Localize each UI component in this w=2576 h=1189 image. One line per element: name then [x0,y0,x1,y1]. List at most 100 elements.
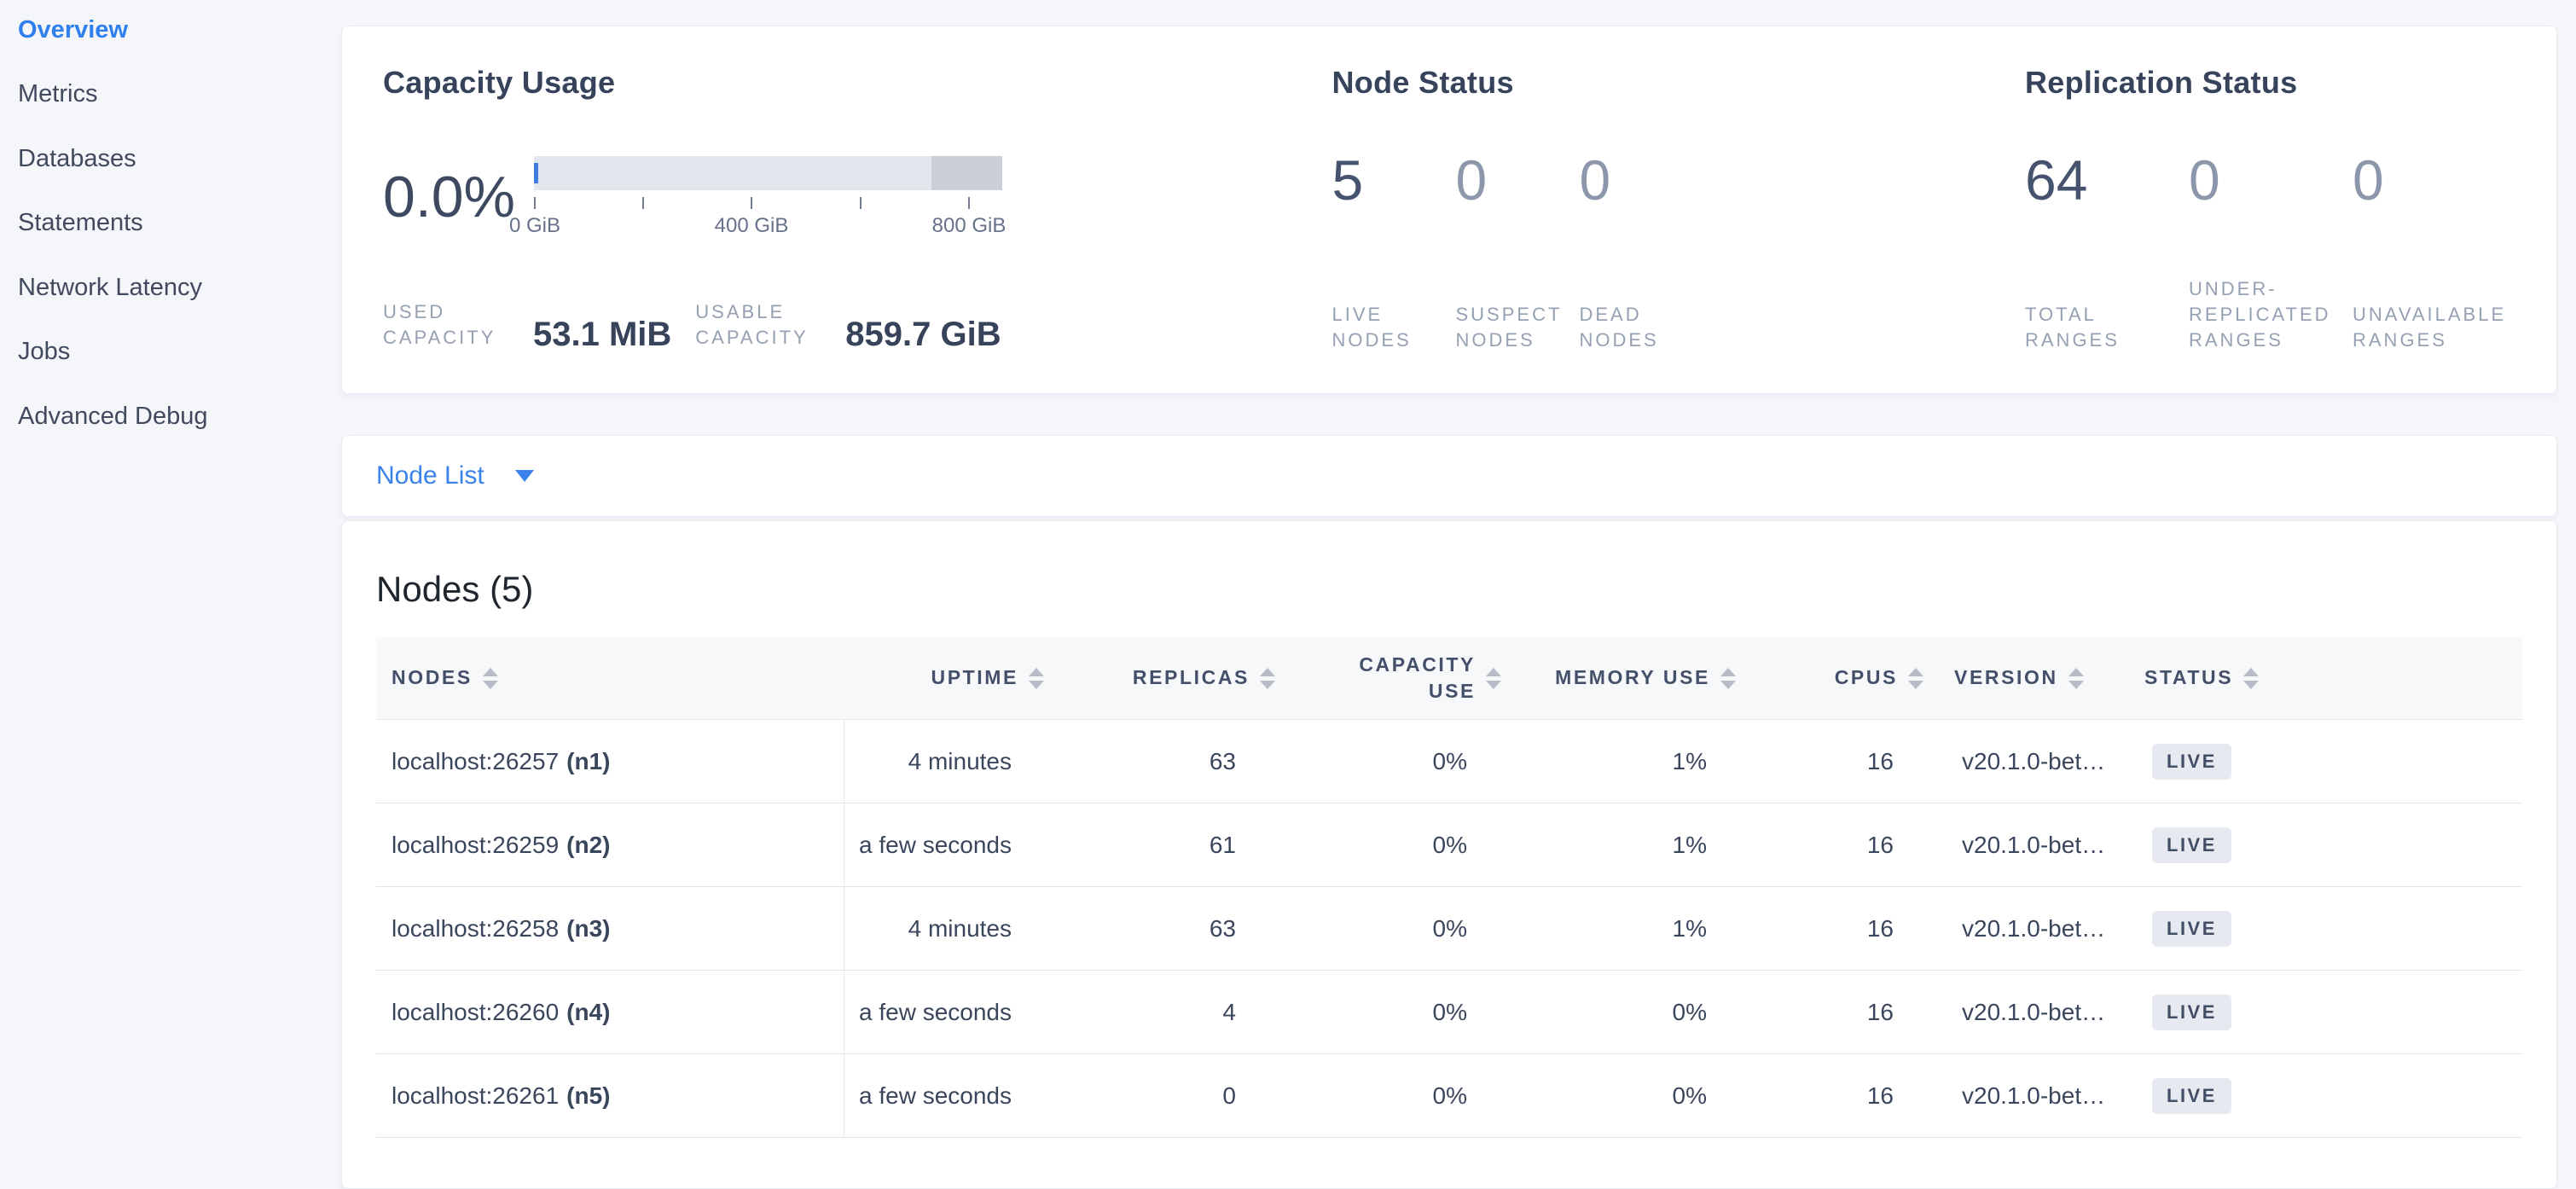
version-cell: v20.1.0-bet… [1923,803,2124,886]
replicas-cell: 63 [1044,887,1275,970]
column-header-uptime[interactable]: UPTIME [844,637,1044,719]
memory-use-cell: 1% [1501,720,1736,803]
node-status-title: Node Status [1332,65,2026,101]
node-address-cell: localhost:26257(n1) [376,720,844,803]
column-header-nodes[interactable]: NODES [376,637,844,719]
main-content: Capacity Usage 0.0% 0 GiB 400 Gi [341,0,2576,1189]
node-address-cell: localhost:26259(n2) [376,803,844,886]
dead-nodes-value: 0 [1580,152,1703,208]
column-header-version[interactable]: VERSION [1923,637,2124,719]
cpus-cell: 16 [1736,1054,1923,1137]
sidebar-item-overview[interactable]: Overview [18,17,341,43]
capacity-axis-ticks [534,197,1002,209]
uptime-cell: a few seconds [844,1054,1044,1137]
live-nodes-value: 5 [1332,152,1456,208]
uptime-cell: a few seconds [844,803,1044,886]
capacity-use-cell: 0% [1275,720,1501,803]
table-row[interactable]: localhost:26261(n5) a few seconds 0 0% 0… [376,1054,2522,1138]
capacity-bar-reserved-segment [931,156,1002,190]
dead-nodes-stat: 0 DEAD NODES [1580,152,1703,353]
total-ranges-label: TOTAL RANGES [2025,302,2177,353]
nodes-table: NODES UPTIME REPLICAS CAPACITY USE [376,637,2522,1138]
unavailable-ranges-value: 0 [2353,152,2516,208]
capacity-stats: USED CAPACITY 53.1 MiB USABLE CAPACITY 8… [383,299,1332,351]
sidebar-item-databases[interactable]: Databases [18,146,341,171]
node-status-stats: 5 LIVE NODES 0 SUSPECT NODES 0 DEAD NODE… [1332,152,2026,353]
replicas-cell: 4 [1044,971,1275,1053]
replicas-cell: 0 [1044,1054,1275,1137]
nodes-table-card: Nodes (5) NODES UPTIME REPLICAS [341,520,2557,1189]
used-capacity-label: USED CAPACITY [383,299,511,351]
status-cell: LIVE [2124,971,2522,1053]
sort-icon [1260,668,1275,689]
version-cell: v20.1.0-bet… [1923,887,2124,970]
node-list-dropdown[interactable]: Node List [376,461,534,490]
total-ranges-value: 64 [2025,152,2189,208]
unavailable-ranges-stat: 0 UNAVAILABLE RANGES [2353,152,2516,353]
status-cell: LIVE [2124,887,2522,970]
sidebar-item-jobs[interactable]: Jobs [18,339,341,364]
chevron-down-icon [515,470,534,482]
capacity-bar [534,156,1002,190]
replication-status-section: Replication Status 64 TOTAL RANGES 0 UND… [2025,65,2516,351]
axis-label-400: 400 GiB [715,214,789,238]
memory-use-cell: 0% [1501,971,1736,1053]
capacity-use-cell: 0% [1275,887,1501,970]
node-address-cell: localhost:26258(n3) [376,887,844,970]
sort-icon [483,668,498,689]
column-header-replicas[interactable]: REPLICAS [1044,637,1275,719]
table-row[interactable]: localhost:26258(n3) 4 minutes 63 0% 1% 1… [376,887,2522,971]
column-header-memory-use[interactable]: MEMORY USE [1501,637,1736,719]
column-header-capacity-use[interactable]: CAPACITY USE [1275,637,1501,719]
capacity-bar-used-marker [534,163,538,183]
under-replicated-value: 0 [2189,152,2353,208]
version-cell: v20.1.0-bet… [1923,720,2124,803]
capacity-use-cell: 0% [1275,971,1501,1053]
uptime-cell: 4 minutes [844,720,1044,803]
axis-label-0: 0 GiB [509,214,560,238]
total-ranges-stat: 64 TOTAL RANGES [2025,152,2189,353]
under-replicated-label: UNDER-REPLICATED RANGES [2189,276,2341,353]
replicas-cell: 61 [1044,803,1275,886]
table-row[interactable]: localhost:26257(n1) 4 minutes 63 0% 1% 1… [376,720,2522,803]
suspect-nodes-value: 0 [1456,152,1580,208]
status-cell: LIVE [2124,1054,2522,1137]
suspect-nodes-stat: 0 SUSPECT NODES [1456,152,1580,353]
sort-icon [1908,668,1923,689]
cluster-summary-card: Capacity Usage 0.0% 0 GiB 400 Gi [341,26,2557,394]
sidebar-item-metrics[interactable]: Metrics [18,81,341,107]
status-cell: LIVE [2124,803,2522,886]
memory-use-cell: 1% [1501,887,1736,970]
under-replicated-stat: 0 UNDER-REPLICATED RANGES [2189,152,2353,353]
column-header-cpus[interactable]: CPUS [1736,637,1923,719]
suspect-nodes-label: SUSPECT NODES [1456,302,1580,353]
live-nodes-stat: 5 LIVE NODES [1332,152,1456,353]
dead-nodes-label: DEAD NODES [1580,302,1703,353]
capacity-usage-section: Capacity Usage 0.0% 0 GiB 400 Gi [383,65,1332,351]
nodes-table-title: Nodes (5) [376,569,2522,610]
status-badge: LIVE [2152,744,2231,780]
status-badge: LIVE [2152,995,2231,1030]
cpus-cell: 16 [1736,887,1923,970]
capacity-usage-chart: 0.0% 0 GiB 400 GiB 800 GiB [383,152,1332,241]
usable-capacity-value: 859.7 GiB [845,318,1001,351]
status-badge: LIVE [2152,911,2231,947]
memory-use-cell: 1% [1501,803,1736,886]
table-row[interactable]: localhost:26259(n2) a few seconds 61 0% … [376,803,2522,887]
sidebar-item-network-latency[interactable]: Network Latency [18,275,341,300]
sidebar-item-statements[interactable]: Statements [18,210,341,235]
sort-icon [2243,668,2259,689]
capacity-use-cell: 0% [1275,1054,1501,1137]
uptime-cell: 4 minutes [844,887,1044,970]
memory-use-cell: 0% [1501,1054,1736,1137]
unavailable-ranges-label: UNAVAILABLE RANGES [2353,302,2504,353]
status-badge: LIVE [2152,827,2231,863]
sidebar: Overview Metrics Databases Statements Ne… [0,0,341,1189]
column-header-status[interactable]: STATUS [2124,637,2522,719]
version-cell: v20.1.0-bet… [1923,971,2124,1053]
sidebar-item-advanced-debug[interactable]: Advanced Debug [18,403,341,429]
capacity-usage-title: Capacity Usage [383,65,1332,101]
table-header-row: NODES UPTIME REPLICAS CAPACITY USE [376,637,2522,720]
table-row[interactable]: localhost:26260(n4) a few seconds 4 0% 0… [376,971,2522,1054]
node-address-cell: localhost:26261(n5) [376,1054,844,1137]
